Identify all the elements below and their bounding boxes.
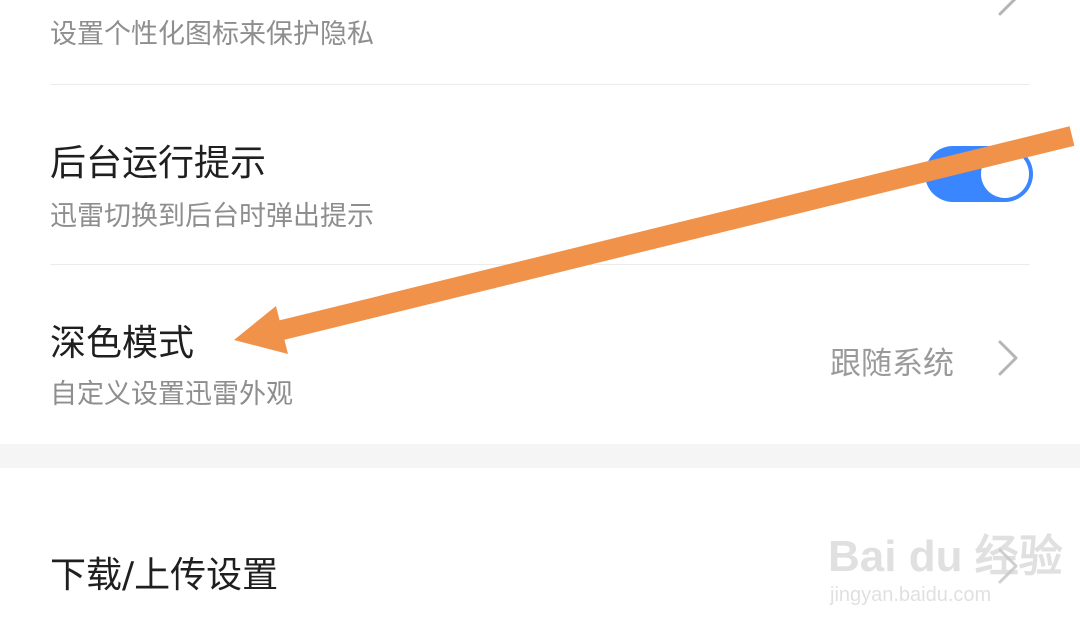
watermark-brand: Bai du 经验 [828, 532, 1063, 581]
privacy-icon-subtitle: 设置个性化图标来保护隐私 [50, 19, 374, 50]
background-hint-toggle[interactable] [925, 146, 1033, 202]
chevron-right-icon [998, 0, 1017, 16]
settings-row-privacy-icon[interactable]: 设置个性化图标来保护隐私 [0, 0, 1080, 84]
background-hint-title: 后台运行提示 [50, 143, 267, 184]
settings-screen: 设置个性化图标来保护隐私 后台运行提示 迅雷切换到后台时弹出提示 深色模式 自定… [0, 0, 1080, 636]
dark-mode-value: 跟随系统 [830, 346, 954, 382]
watermark-url: jingyan.baidu.com [830, 584, 992, 606]
download-upload-title: 下载/上传设置 [50, 555, 279, 596]
toggle-knob [981, 150, 1029, 198]
watermark: Bai du 经验 jingyan.baidu.com [828, 520, 1063, 620]
background-hint-subtitle: 迅雷切换到后台时弹出提示 [50, 201, 374, 232]
section-separator [0, 444, 1080, 468]
dark-mode-title: 深色模式 [50, 323, 195, 364]
dark-mode-subtitle: 自定义设置迅雷外观 [50, 379, 293, 410]
chevron-right-icon [998, 340, 1018, 376]
